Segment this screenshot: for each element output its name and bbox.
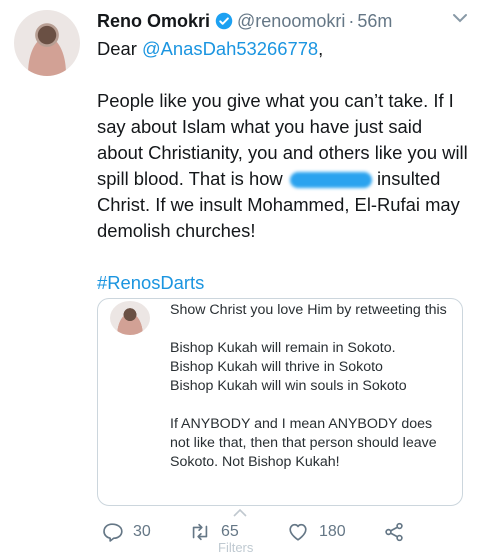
quoted-line: Bishop Kukah will thrive in Sokoto — [170, 359, 383, 375]
redacted-mention — [289, 172, 372, 189]
like-button[interactable]: 180 — [287, 518, 346, 546]
chevron-down-icon[interactable] — [452, 12, 468, 24]
salutation: Dear — [97, 38, 137, 59]
retweet-icon — [192, 523, 208, 541]
quoted-line: Bishop Kukah will remain in Sokoto. — [170, 340, 396, 356]
reply-button[interactable]: 30 — [101, 518, 151, 546]
quoted-author-avatar — [110, 301, 150, 335]
tweet-timestamp[interactable]: 56m — [357, 11, 392, 32]
quoted-tweet-card[interactable]: Show Christ you love Him by retweeting t… — [97, 298, 463, 506]
like-icon — [289, 523, 307, 541]
quoted-line-retweet: Show Christ you love Him by retweeting t… — [170, 302, 447, 318]
verified-badge-icon — [215, 12, 233, 30]
like-count: 180 — [319, 523, 346, 540]
mention-link[interactable]: @AnasDah53266778 — [142, 38, 318, 59]
retweet-count: 65 — [221, 523, 239, 540]
tweet-actions: 30 65 180 — [97, 518, 477, 546]
author-name[interactable]: Reno Omokri — [97, 11, 210, 32]
filters-overlay-label[interactable]: Filters — [218, 540, 253, 555]
share-button[interactable] — [383, 518, 415, 546]
share-icon — [385, 522, 403, 542]
quoted-line: Bishop Kukah will win souls in Sokoto — [170, 378, 407, 394]
chevron-up-icon[interactable] — [232, 508, 248, 518]
header-separator: · — [348, 10, 355, 31]
author-handle[interactable]: @renoomokri — [237, 11, 345, 32]
hashtag-link[interactable]: #RenosDarts — [97, 272, 204, 293]
tweet-body: People like you give what you can’t take… — [97, 88, 469, 244]
quoted-tweet-text: Show Christ you love Him by retweeting t… — [170, 301, 450, 472]
author-avatar[interactable] — [14, 10, 80, 76]
greeting-line: Dear @AnasDah53266778, — [97, 36, 469, 62]
reply-icon — [103, 523, 123, 542]
tweet-header: Reno Omokri @renoomokri · 56m — [97, 8, 440, 34]
reply-count: 30 — [133, 523, 151, 540]
tweet-text: Dear @AnasDah53266778, People like you g… — [97, 36, 469, 296]
quoted-closing-paragraph: If ANYBODY and I mean ANYBODY does not l… — [170, 416, 437, 470]
mention-comma: , — [318, 38, 324, 59]
